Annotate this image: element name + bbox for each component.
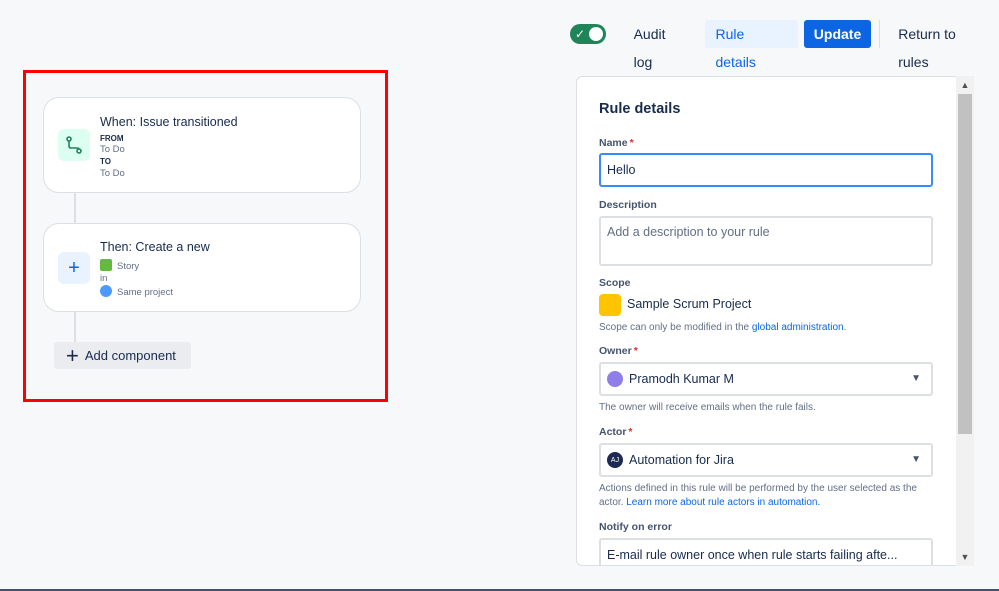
notify-value: E-mail rule owner once when rule starts … xyxy=(607,548,898,562)
panel-scrollbar[interactable]: ▲ ▼ xyxy=(956,76,974,566)
trigger-card[interactable]: When: Issue transitioned FROM To Do TO T… xyxy=(43,97,361,193)
chevron-down-icon: ▼ xyxy=(911,373,921,384)
update-button[interactable]: Update xyxy=(803,20,872,48)
header-toolbar: ✓ Audit log Rule details Update Return t… xyxy=(570,20,999,70)
audit-log-button[interactable]: Audit log xyxy=(628,20,698,70)
rule-actors-link[interactable]: Learn more about rule actors in automati… xyxy=(626,497,820,508)
from-value: To Do xyxy=(100,144,125,155)
plus-icon: + xyxy=(58,252,90,284)
notify-label: Notify on error xyxy=(599,521,672,533)
project-avatar-icon xyxy=(599,294,621,316)
scrollbar-thumb[interactable] xyxy=(958,94,972,434)
action-card[interactable]: + Then: Create a new Story in Same proje… xyxy=(43,223,361,312)
toggle-knob xyxy=(588,27,603,41)
owner-help: The owner will receive emails when the r… xyxy=(599,402,816,413)
project-icon xyxy=(100,285,112,297)
rule-details-panel: Rule details Name * Hello Description Add… xyxy=(576,76,956,566)
to-value: To Do xyxy=(100,168,125,179)
from-label: FROM xyxy=(100,134,124,143)
actor-value: Automation for Jira xyxy=(629,453,734,467)
return-to-rules-button[interactable]: Return to rules xyxy=(888,20,999,70)
story-icon xyxy=(100,259,112,271)
flow-connector xyxy=(74,193,76,223)
add-component-button[interactable]: + Add component xyxy=(54,342,191,369)
global-administration-link[interactable]: global administration xyxy=(752,322,844,333)
plus-icon: + xyxy=(66,342,79,368)
user-avatar-icon xyxy=(607,371,623,387)
name-label: Name * xyxy=(599,137,634,149)
scroll-up-icon[interactable]: ▲ xyxy=(956,80,974,90)
chevron-down-icon: ▼ xyxy=(911,454,921,465)
action-title: Then: Create a new xyxy=(100,240,210,254)
issue-type-line: Story xyxy=(100,259,139,272)
owner-value: Pramodh Kumar M xyxy=(629,372,734,386)
trigger-title: When: Issue transitioned xyxy=(100,115,238,129)
actor-help: Actions defined in this rule will be per… xyxy=(599,483,917,508)
flow-connector xyxy=(74,312,76,342)
toolbar-divider xyxy=(879,20,881,48)
project-name: Same project xyxy=(117,287,173,298)
scope-help: Scope can only be modified in the global… xyxy=(599,322,847,333)
scope-label: Scope xyxy=(599,277,631,289)
in-label: in xyxy=(100,273,108,284)
name-field[interactable]: Hello xyxy=(599,153,933,187)
check-icon: ✓ xyxy=(575,27,586,41)
actor-select[interactable]: AJ Automation for Jira ▼ xyxy=(599,443,933,477)
rule-enabled-toggle[interactable]: ✓ xyxy=(570,24,606,44)
description-field[interactable]: Add a description to your rule xyxy=(599,216,933,266)
panel-title: Rule details xyxy=(599,101,681,117)
notify-select[interactable]: E-mail rule owner once when rule starts … xyxy=(599,538,933,565)
project-line: Same project xyxy=(100,285,173,298)
owner-select[interactable]: Pramodh Kumar M ▼ xyxy=(599,362,933,396)
scroll-down-icon[interactable]: ▼ xyxy=(956,552,974,562)
add-component-label: Add component xyxy=(84,348,176,363)
actor-label: Actor * xyxy=(599,426,633,438)
actor-avatar-icon: AJ xyxy=(607,452,623,468)
scope-value: Sample Scrum Project xyxy=(627,297,752,311)
transition-icon xyxy=(58,129,90,161)
to-label: TO xyxy=(100,157,111,166)
description-label: Description xyxy=(599,199,657,211)
owner-label: Owner * xyxy=(599,345,638,357)
rule-details-button[interactable]: Rule details xyxy=(705,20,798,70)
issue-type: Story xyxy=(117,261,140,272)
